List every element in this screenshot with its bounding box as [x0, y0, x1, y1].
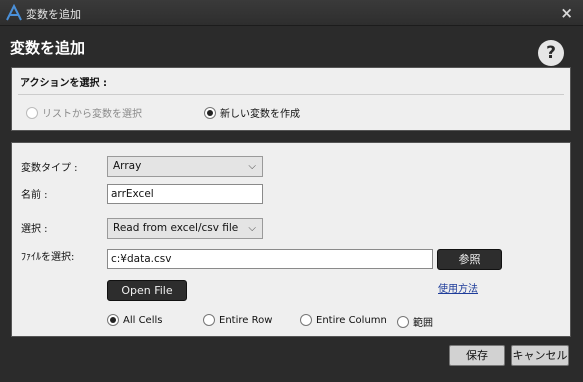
radio-all-cells[interactable]: All Cells [107, 314, 162, 326]
radio-create-new[interactable]: 新しい変数を作成 [204, 105, 300, 120]
radio-entire-row[interactable]: Entire Row [203, 314, 272, 326]
radio-label: Entire Row [219, 314, 273, 326]
divider [18, 94, 564, 95]
select-value: Array [113, 160, 142, 172]
window-title: 変数を追加 [26, 8, 81, 21]
select-value: Read from excel/csv file [113, 222, 239, 234]
file-path-field[interactable]: c:¥data.csv [107, 249, 433, 269]
radio-label: All Cells [123, 314, 163, 326]
radio-circle[interactable] [107, 314, 119, 326]
name-label: 名前 : [21, 190, 48, 201]
select-label: 選択 : [21, 224, 48, 235]
chevron-down-icon: ⌵ [248, 223, 256, 234]
radio-label: 新しい変数を作成 [220, 109, 300, 120]
usage-link[interactable]: 使用方法 [438, 280, 478, 295]
action-panel: アクションを選択 : リストから変数を選択 新しい変数を作成 [11, 67, 571, 131]
radio-label: Entire Column [316, 314, 387, 326]
browse-button[interactable]: 参照 [437, 249, 502, 270]
radio-label: リストから変数を選択 [42, 109, 142, 120]
close-icon[interactable]: × [560, 4, 573, 22]
action-label: アクションを選択 : [20, 78, 107, 89]
radio-select-from-list[interactable]: リストから変数を選択 [26, 105, 142, 120]
dialog-header: 変数を追加 ? [0, 26, 583, 66]
name-field[interactable]: arrExcel [107, 184, 263, 204]
help-icon[interactable]: ? [538, 40, 564, 66]
radio-entire-column[interactable]: Entire Column [300, 314, 387, 326]
radio-circle[interactable] [204, 106, 216, 119]
radio-circle[interactable] [397, 315, 409, 328]
chevron-down-icon: ⌵ [248, 161, 256, 172]
variable-type-select[interactable]: Array ⌵ [107, 156, 263, 177]
title-bar: 変数を追加 × [0, 0, 583, 26]
open-file-button[interactable]: Open File [107, 280, 187, 301]
radio-circle[interactable] [203, 314, 215, 326]
source-select[interactable]: Read from excel/csv file ⌵ [107, 218, 263, 239]
save-button[interactable]: 保存 [449, 345, 505, 366]
radio-range[interactable]: 範囲 [397, 314, 433, 329]
radio-circle[interactable] [26, 106, 38, 119]
radio-label: 範囲 [413, 318, 433, 329]
dialog-title: 変数を追加 [10, 39, 86, 57]
app-logo-icon [6, 4, 22, 21]
radio-circle[interactable] [300, 314, 312, 326]
file-label: ﾌｧｲﾙを選択: [21, 252, 75, 263]
cancel-button[interactable]: キャンセル [511, 345, 569, 366]
form-panel: 変数タイプ : Array ⌵ 名前 : arrExcel 選択 : Read … [11, 142, 571, 337]
variable-type-label: 変数タイプ : [21, 163, 78, 174]
